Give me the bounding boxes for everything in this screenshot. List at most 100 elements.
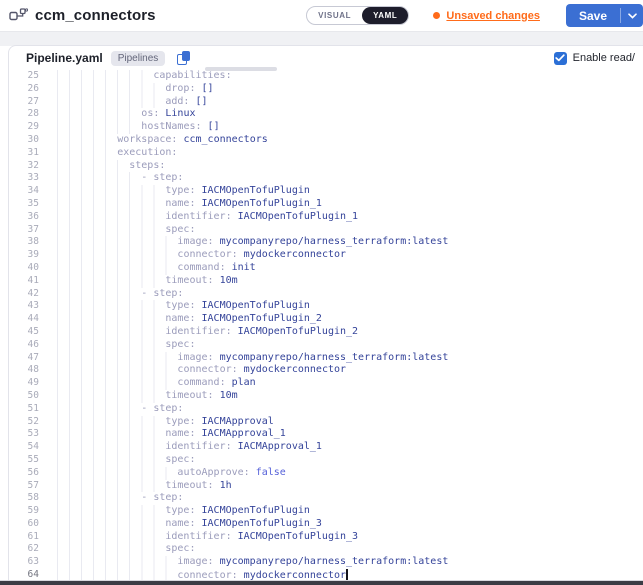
- code-text: name: IACMOpenTofuPlugin_3: [57, 518, 322, 531]
- code-line[interactable]: 59 type: IACMOpenTofuPlugin: [9, 505, 643, 518]
- line-number: 34: [9, 185, 39, 198]
- unsaved-changes-link[interactable]: Unsaved changes: [446, 10, 540, 22]
- code-text: - step:: [57, 288, 183, 301]
- code-line[interactable]: 62 spec:: [9, 543, 643, 556]
- code-line[interactable]: 28 os: Linux: [9, 108, 643, 121]
- code-text: hostNames: []: [57, 121, 220, 134]
- line-number: 59: [9, 505, 39, 518]
- code-text: connector: mydockerconnector: [57, 249, 346, 262]
- code-line[interactable]: 60 name: IACMOpenTofuPlugin_3: [9, 518, 643, 531]
- code-text: os: Linux: [57, 108, 196, 121]
- code-line[interactable]: 43 type: IACMOpenTofuPlugin: [9, 300, 643, 313]
- code-text: add: []: [57, 96, 208, 109]
- code-text: image: mycompanyrepo/harness_terraform:l…: [57, 556, 448, 569]
- line-number: 38: [9, 236, 39, 249]
- code-text: capabilities:: [57, 70, 232, 83]
- line-number: 49: [9, 377, 39, 390]
- code-text: spec:: [57, 224, 195, 237]
- code-line[interactable]: 56 autoApprove: false: [9, 467, 643, 480]
- copy-icon[interactable]: [177, 51, 192, 65]
- code-text: drop: []: [57, 83, 214, 96]
- save-button[interactable]: Save: [566, 4, 620, 27]
- code-text: image: mycompanyrepo/harness_terraform:l…: [57, 352, 448, 365]
- code-line[interactable]: 26 drop: []: [9, 83, 643, 96]
- code-line[interactable]: 29 hostNames: []: [9, 121, 643, 134]
- code-line[interactable]: 39 connector: mydockerconnector: [9, 249, 643, 262]
- line-number: 28: [9, 108, 39, 121]
- code-line[interactable]: 31 execution:: [9, 147, 643, 160]
- code-line[interactable]: 35 name: IACMOpenTofuPlugin_1: [9, 198, 643, 211]
- code-text: - step:: [57, 172, 183, 185]
- code-text: name: IACMOpenTofuPlugin_2: [57, 313, 322, 326]
- code-line[interactable]: 34 type: IACMOpenTofuPlugin: [9, 185, 643, 198]
- code-text: identifier: IACMApproval_1: [57, 441, 322, 454]
- code-line[interactable]: 55 spec:: [9, 454, 643, 467]
- save-dropdown-button[interactable]: [621, 4, 643, 27]
- code-line[interactable]: 51 - step:: [9, 403, 643, 416]
- code-line[interactable]: 46 spec:: [9, 339, 643, 352]
- code-line[interactable]: 38 image: mycompanyrepo/harness_terrafor…: [9, 236, 643, 249]
- chevron-down-icon: [628, 13, 637, 19]
- code-line[interactable]: 47 image: mycompanyrepo/harness_terrafor…: [9, 352, 643, 365]
- code-line[interactable]: 25 capabilities:: [9, 70, 643, 83]
- code-line[interactable]: 49 command: plan: [9, 377, 643, 390]
- line-number: 58: [9, 492, 39, 505]
- code-text: type: IACMOpenTofuPlugin: [57, 185, 310, 198]
- code-line[interactable]: 48 connector: mydockerconnector: [9, 364, 643, 377]
- top-bar: ccm_connectors VISUAL YAML Unsaved chang…: [0, 0, 643, 31]
- line-number: 43: [9, 300, 39, 313]
- header-gap-band: [0, 31, 643, 46]
- text-cursor: [346, 569, 348, 580]
- code-text: type: IACMOpenTofuPlugin: [57, 300, 310, 313]
- toggle-yaml[interactable]: YAML: [362, 7, 408, 24]
- code-line[interactable]: 33 - step:: [9, 172, 643, 185]
- code-text: type: IACMApproval: [57, 416, 274, 429]
- code-line[interactable]: 36 identifier: IACMOpenTofuPlugin_1: [9, 211, 643, 224]
- code-text: timeout: 10m: [57, 275, 238, 288]
- line-number: 45: [9, 326, 39, 339]
- code-line[interactable]: 41 timeout: 10m: [9, 275, 643, 288]
- code-line[interactable]: 50 timeout: 10m: [9, 390, 643, 403]
- code-text: autoApprove: false: [57, 467, 286, 480]
- code-text: - step:: [57, 403, 183, 416]
- code-text: command: plan: [57, 377, 256, 390]
- line-number: 54: [9, 441, 39, 454]
- toggle-visual[interactable]: VISUAL: [307, 7, 362, 24]
- code-text: timeout: 10m: [57, 390, 238, 403]
- code-text: spec:: [57, 339, 195, 352]
- code-text: execution:: [57, 147, 177, 160]
- code-text: image: mycompanyrepo/harness_terraform:l…: [57, 236, 448, 249]
- line-number: 31: [9, 147, 39, 160]
- mode-toggle: VISUAL YAML: [306, 6, 409, 25]
- unsaved-changes: Unsaved changes: [433, 10, 540, 22]
- code-line[interactable]: 42 - step:: [9, 288, 643, 301]
- code-line[interactable]: 52 type: IACMApproval: [9, 416, 643, 429]
- code-line[interactable]: 37 spec:: [9, 224, 643, 237]
- code-line[interactable]: 57 timeout: 1h: [9, 480, 643, 493]
- line-number: 33: [9, 172, 39, 185]
- code-line[interactable]: 44 name: IACMOpenTofuPlugin_2: [9, 313, 643, 326]
- line-number: 47: [9, 352, 39, 365]
- code-line[interactable]: 40 command: init: [9, 262, 643, 275]
- line-number: 63: [9, 556, 39, 569]
- yaml-editor[interactable]: 25 capabilities:26 drop: []27 add: []28 …: [9, 68, 643, 585]
- line-number: 51: [9, 403, 39, 416]
- code-line[interactable]: 63 image: mycompanyrepo/harness_terrafor…: [9, 556, 643, 569]
- code-line[interactable]: 54 identifier: IACMApproval_1: [9, 441, 643, 454]
- code-line[interactable]: 32 steps:: [9, 160, 643, 173]
- code-line[interactable]: 27 add: []: [9, 96, 643, 109]
- code-line[interactable]: 53 name: IACMApproval_1: [9, 428, 643, 441]
- entity-type-badge: Pipelines: [111, 51, 166, 66]
- code-line[interactable]: 45 identifier: IACMOpenTofuPlugin_2: [9, 326, 643, 339]
- line-number: 39: [9, 249, 39, 262]
- line-number: 37: [9, 224, 39, 237]
- code-line[interactable]: 61 identifier: IACMOpenTofuPlugin_3: [9, 531, 643, 544]
- code-line[interactable]: 58 - step:: [9, 492, 643, 505]
- code-text: spec:: [57, 543, 195, 556]
- code-line[interactable]: 30 workspace: ccm_connectors: [9, 134, 643, 147]
- code-text: name: IACMApproval_1: [57, 428, 286, 441]
- code-text: connector: mydockerconnector: [57, 364, 346, 377]
- line-number: 48: [9, 364, 39, 377]
- code-text: timeout: 1h: [57, 480, 232, 493]
- readonly-checkbox[interactable]: [554, 52, 567, 65]
